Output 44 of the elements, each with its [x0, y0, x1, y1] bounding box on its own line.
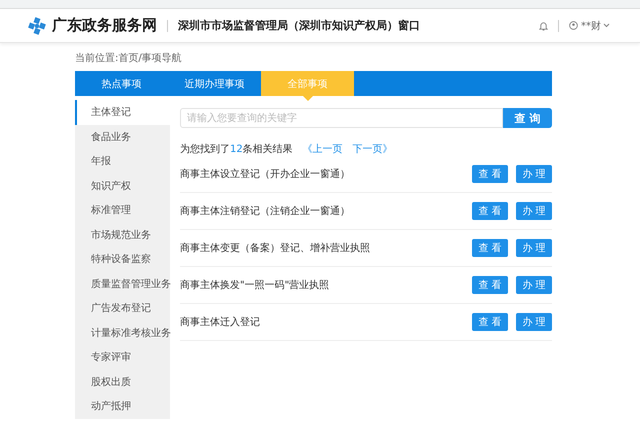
bell-icon[interactable] — [539, 20, 548, 30]
next-page-link[interactable]: 下一页》 — [352, 142, 393, 156]
item-title: 商事主体设立登记（开办企业一窗通） — [180, 168, 350, 181]
handle-button[interactable]: 办 理 — [516, 276, 552, 294]
tab-pointer-icon — [302, 96, 312, 101]
view-button[interactable]: 查 看 — [472, 165, 508, 183]
sidebar-item[interactable]: 主体登记 — [75, 100, 170, 124]
sidebar-item[interactable]: 食品业务 — [75, 124, 170, 149]
item-title: 商事主体迁入登记 — [180, 316, 260, 329]
view-button[interactable]: 查 看 — [472, 202, 508, 220]
view-button[interactable]: 查 看 — [472, 313, 508, 331]
user-icon[interactable] — [569, 21, 578, 30]
sidebar-item[interactable]: 广告发布登记 — [75, 296, 170, 320]
result-count: 为您找到了 12条相关结果 — [180, 142, 293, 156]
sidebar-item[interactable]: 市场规范业务 — [75, 222, 170, 247]
tab[interactable]: 近期办理事项 — [168, 71, 261, 96]
handle-button[interactable]: 办 理 — [516, 165, 552, 183]
view-button[interactable]: 查 看 — [472, 276, 508, 294]
prev-page-link[interactable]: 《上一页 — [302, 142, 343, 156]
search-field[interactable]: 请输入您要查询的关键字 — [180, 108, 503, 128]
item-title: 商事主体换发"一照一码"营业执照 — [180, 278, 330, 292]
sidebar-item[interactable]: 质量监督管理业务 — [75, 272, 170, 296]
handle-button[interactable]: 办 理 — [516, 239, 552, 257]
sidebar-item[interactable]: 年报 — [75, 149, 170, 174]
user-name[interactable]: **财 — [581, 18, 601, 32]
item-title: 商事主体变更（备案）登记、增补营业执照 — [180, 242, 370, 255]
sidebar-item[interactable]: 计量标准考核业务 — [75, 320, 170, 345]
item-title: 商事主体注销登记（注销企业一窗通） — [180, 204, 350, 218]
tab[interactable]: 热点事项 — [75, 71, 168, 96]
view-button[interactable]: 查 看 — [472, 239, 508, 257]
chevron-down-icon[interactable] — [603, 23, 610, 28]
logo-icon — [28, 16, 46, 34]
breadcrumb: 当前位置:首页/事项导航 — [75, 52, 183, 66]
sidebar-item[interactable]: 股权出质 — [75, 370, 170, 394]
search-button[interactable]: 查 询 — [503, 108, 552, 128]
sidebar-item[interactable]: 标准管理 — [75, 198, 170, 222]
site-name: 广东政务服务网 — [52, 16, 157, 35]
handle-button[interactable]: 办 理 — [516, 202, 552, 220]
sidebar-item[interactable]: 特种设备监察 — [75, 247, 170, 272]
handle-button[interactable]: 办 理 — [516, 313, 552, 331]
window-title: 深圳市市场监督管理局（深圳市知识产权局）窗口 — [178, 18, 420, 33]
sidebar-item[interactable]: 专家评审 — [75, 345, 170, 370]
sidebar-item[interactable]: 动产抵押 — [75, 394, 170, 418]
sidebar-item[interactable]: 知识产权 — [75, 174, 170, 198]
